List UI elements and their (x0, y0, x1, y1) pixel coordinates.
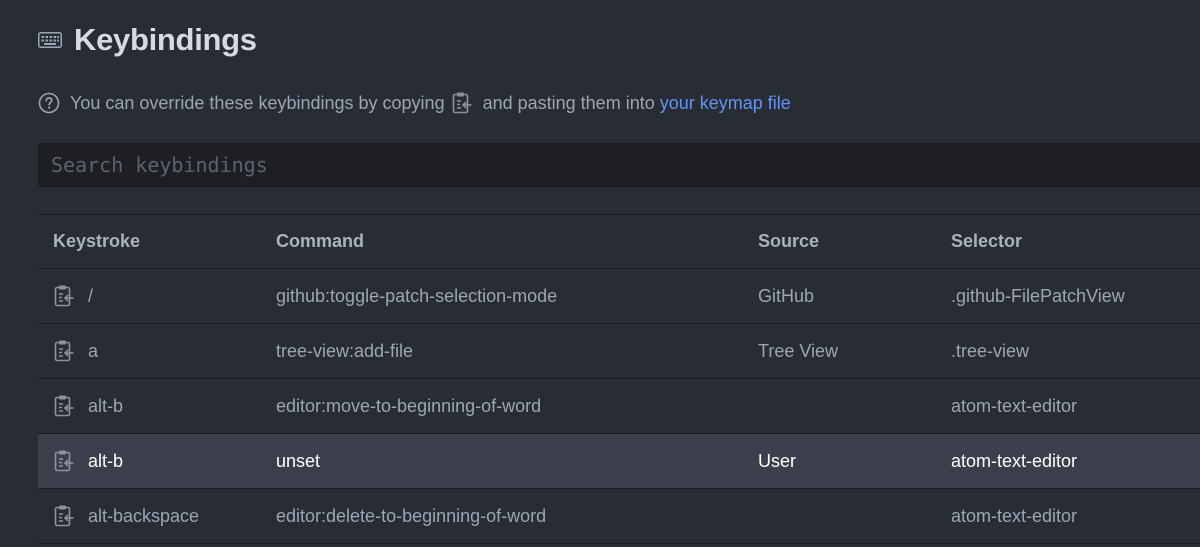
source-cell: Tree View (758, 323, 951, 379)
table-row: / github:toggle-patch-selection-mode Git… (38, 268, 1200, 324)
keyboard-icon (38, 32, 62, 48)
table-row: alt-backspace editor:delete-to-beginning… (38, 488, 1200, 544)
keybindings-panel: Keybindings You can override these keybi… (0, 0, 1200, 547)
selector-cell: .tree-view (951, 323, 1200, 379)
keystroke-cell: alt-backspace (38, 488, 276, 544)
header: Keybindings (38, 20, 257, 60)
column-header-source[interactable]: Source (758, 214, 951, 269)
command-cell: editor:move-to-beginning-of-word (276, 378, 758, 434)
keymap-file-link[interactable]: your keymap file (660, 93, 791, 114)
question-icon (38, 92, 60, 114)
keystroke-wrap: alt-b (53, 449, 276, 473)
column-header-keystroke[interactable]: Keystroke (38, 214, 276, 269)
keybindings-table: Keystroke Command Source Selector / gith… (38, 214, 1200, 544)
column-header-selector[interactable]: Selector (951, 214, 1200, 269)
keystroke-wrap: alt-b (53, 394, 276, 418)
column-header-command[interactable]: Command (276, 214, 758, 269)
selector-cell: atom-text-editor (951, 378, 1200, 434)
table-row: alt-b editor:move-to-beginning-of-word a… (38, 378, 1200, 434)
clipboard-copy-icon (451, 91, 473, 115)
source-cell: GitHub (758, 268, 951, 324)
copy-keybinding-icon[interactable] (53, 504, 75, 528)
info-text-before: You can override these keybindings by co… (70, 92, 445, 113)
source-cell: User (758, 433, 951, 489)
keystroke: alt-backspace (88, 505, 200, 526)
command-cell: github:toggle-patch-selection-mode (276, 268, 758, 324)
info-message: You can override these keybindings by co… (38, 89, 791, 117)
copy-keybinding-icon[interactable] (53, 284, 75, 308)
keystroke: alt-b (88, 450, 124, 471)
command-cell: editor:delete-to-beginning-of-word (276, 488, 758, 544)
copy-keybinding-icon[interactable] (53, 394, 75, 418)
copy-keybinding-icon[interactable] (53, 339, 75, 363)
keystroke-cell: alt-b (38, 378, 276, 434)
keystroke: alt-b (88, 395, 124, 416)
selector-cell: atom-text-editor (951, 433, 1200, 489)
selector-cell: .github-FilePatchView (951, 268, 1200, 324)
command-cell: tree-view:add-file (276, 323, 758, 379)
page-title: Keybindings (74, 22, 257, 57)
keystroke-cell: / (38, 268, 276, 324)
keystroke-wrap: alt-backspace (53, 504, 276, 528)
source-cell (758, 488, 951, 544)
keystroke-cell: alt-b (38, 433, 276, 489)
info-text-after: and pasting them into (482, 92, 655, 113)
table-row: a tree-view:add-file Tree View .tree-vie… (38, 323, 1200, 379)
command-cell: unset (276, 433, 758, 489)
table-header-row: Keystroke Command Source Selector (38, 214, 1200, 269)
table-row-highlighted: alt-b unset User atom-text-editor (38, 433, 1200, 489)
selector-cell: atom-text-editor (951, 488, 1200, 544)
keystroke-wrap: / (53, 284, 276, 308)
keystroke: a (88, 340, 99, 361)
keystroke-wrap: a (53, 339, 276, 363)
keystroke: / (88, 285, 94, 306)
copy-keybinding-icon[interactable] (53, 449, 75, 473)
source-cell (758, 378, 951, 434)
keystroke-cell: a (38, 323, 276, 379)
search-input[interactable] (38, 143, 1200, 187)
